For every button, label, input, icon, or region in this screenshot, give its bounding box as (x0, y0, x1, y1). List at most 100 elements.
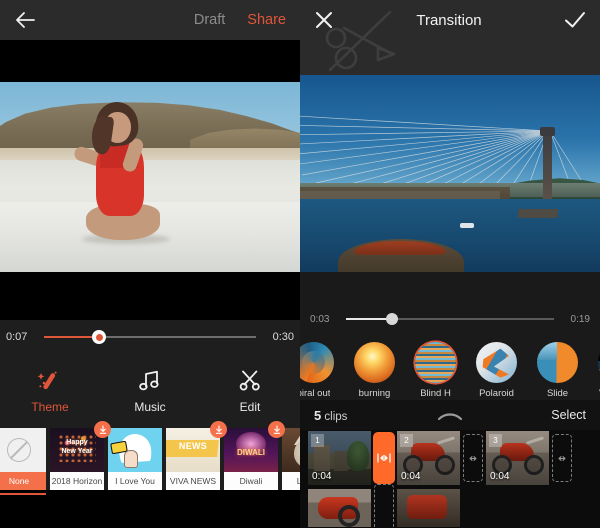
clip-thumbnail[interactable]: 3 0:04 (486, 431, 549, 485)
download-icon[interactable] (210, 421, 227, 438)
transition-label: Slide (547, 388, 568, 399)
transition-thumb-icon (415, 342, 456, 383)
clip-index: 1 (311, 434, 324, 447)
select-button[interactable]: Select (551, 408, 586, 422)
magic-wand-icon (37, 367, 63, 393)
tab-theme[interactable]: Theme (0, 354, 100, 426)
theme-label: Lovely (282, 472, 300, 490)
transition-label: Polaroid (479, 388, 514, 399)
tab-edit[interactable]: Edit (200, 354, 300, 426)
page-title: Transition (334, 12, 564, 29)
transition-slider-row: 0:03 0:19 (300, 302, 600, 336)
transition-effects-list: piral out burning Blind H Polaroid Slide (300, 336, 600, 399)
transition-label: piral out (300, 388, 330, 399)
tab-edit-label: Edit (240, 400, 261, 414)
chevron-up-icon[interactable] (437, 409, 463, 427)
transition-progress (346, 318, 392, 320)
theme-list: None HappyNew Year 2018 Horizon I Love Y… (0, 428, 300, 490)
left-letterbox (0, 272, 300, 320)
download-icon[interactable] (268, 421, 285, 438)
clip-thumbnail[interactable]: 1 0:04 (308, 431, 371, 485)
transition-thumb-icon (537, 342, 578, 383)
right-topbar: Transition (300, 0, 600, 75)
transition-thumb-icon (476, 342, 517, 383)
app-screenshot: Draft Share 0:07 (0, 0, 600, 528)
transition-current-time: 0:03 (310, 314, 336, 325)
music-note-icon (137, 367, 163, 393)
timeline-slider[interactable] (44, 329, 256, 345)
transition-item-burning[interactable]: burning (347, 342, 402, 399)
left-panel-video-editor: Draft Share 0:07 (0, 0, 300, 528)
clip-thumbnail[interactable] (308, 489, 371, 527)
transition-marker-icon[interactable] (552, 434, 572, 482)
clip-duration: 0:04 (490, 471, 509, 482)
clip-thumbnail[interactable]: 2 0:04 (397, 431, 460, 485)
clips-row-primary: 1 0:04 2 0:04 (300, 430, 600, 486)
download-icon[interactable] (94, 421, 111, 438)
left-video-preview[interactable] (0, 82, 300, 272)
clip-index: 2 (400, 434, 413, 447)
right-video-preview[interactable] (300, 75, 600, 272)
left-topbar-spacer (0, 40, 300, 82)
transition-item-slide[interactable]: Slide (530, 342, 585, 399)
right-controls: 0:03 0:19 piral out burning (300, 272, 600, 400)
topbar-actions: Draft Share (194, 12, 286, 28)
transition-item-spiral-out[interactable]: piral out (300, 342, 341, 399)
tab-theme-label: Theme (31, 400, 68, 414)
transition-item-blind-h[interactable]: Blind H (408, 342, 463, 399)
left-timeline-row: 0:07 0:30 (0, 320, 300, 354)
transition-total-time: 0:19 (564, 314, 590, 325)
tab-music[interactable]: Music (100, 354, 200, 426)
theme-item-none[interactable]: None (0, 428, 46, 490)
bridge-tower (543, 131, 552, 199)
barge (518, 209, 558, 218)
transition-item-polaroid[interactable]: Polaroid (469, 342, 524, 399)
transition-marker-icon[interactable] (463, 434, 483, 482)
theme-item-2018-horizon[interactable]: HappyNew Year 2018 Horizon (50, 428, 104, 490)
total-time-label: 0:30 (264, 331, 294, 343)
back-arrow-icon[interactable] (14, 9, 36, 31)
theme-thumb (108, 428, 162, 472)
transition-thumb[interactable] (386, 313, 398, 325)
clip-duration: 0:04 (401, 471, 420, 482)
transition-thumb-icon (300, 342, 334, 383)
theme-item-diwali[interactable]: DIWALI Diwali (224, 428, 278, 490)
close-icon[interactable] (314, 10, 334, 30)
draft-button[interactable]: Draft (194, 12, 225, 28)
theme-thumb (282, 428, 300, 472)
transition-marker-slot (371, 431, 397, 485)
timeline-thumb[interactable] (92, 330, 106, 344)
transition-marker-icon[interactable] (374, 484, 394, 528)
theme-label: VIVA NEWS (166, 472, 220, 490)
clips-row-secondary (300, 488, 600, 528)
theme-thumb-none (0, 428, 46, 472)
theme-item-viva-news[interactable]: NEWS VIVA NEWS (166, 428, 220, 490)
share-button[interactable]: Share (247, 12, 286, 28)
clip-index: 3 (489, 434, 502, 447)
transition-label: burning (359, 388, 391, 399)
transition-item-vitascope[interactable]: Vitasco... (591, 342, 600, 399)
theme-label: None (0, 472, 46, 490)
clips-count: 5 clips (314, 408, 347, 423)
transition-slider[interactable] (346, 311, 554, 327)
transition-label: Blind H (420, 388, 451, 399)
left-controls: 0:07 0:30 (0, 320, 300, 428)
scissors-icon (237, 367, 263, 393)
tab-music-label: Music (134, 400, 165, 414)
clips-header: 5 clips Select (300, 400, 600, 430)
bridge-tower-top (540, 127, 555, 136)
clips-timeline: 1 0:04 2 0:04 (300, 430, 600, 528)
theme-item-lovely[interactable]: Lovely (282, 428, 300, 490)
theme-label: I Love You (108, 472, 162, 490)
right-topbar-bar: Transition (300, 0, 600, 40)
transition-thumb-icon (354, 342, 395, 383)
clips-count-label: clips (321, 411, 347, 423)
theme-item-i-love-you[interactable]: I Love You (108, 428, 162, 490)
clip-thumbnail[interactable] (397, 489, 460, 527)
transition-marker-slot (460, 431, 486, 485)
current-time-label: 0:07 (6, 331, 36, 343)
left-topbar: Draft Share (0, 0, 300, 40)
transition-marker-slot (371, 481, 397, 528)
check-icon[interactable] (564, 10, 586, 30)
transition-marker-icon[interactable] (373, 432, 395, 484)
